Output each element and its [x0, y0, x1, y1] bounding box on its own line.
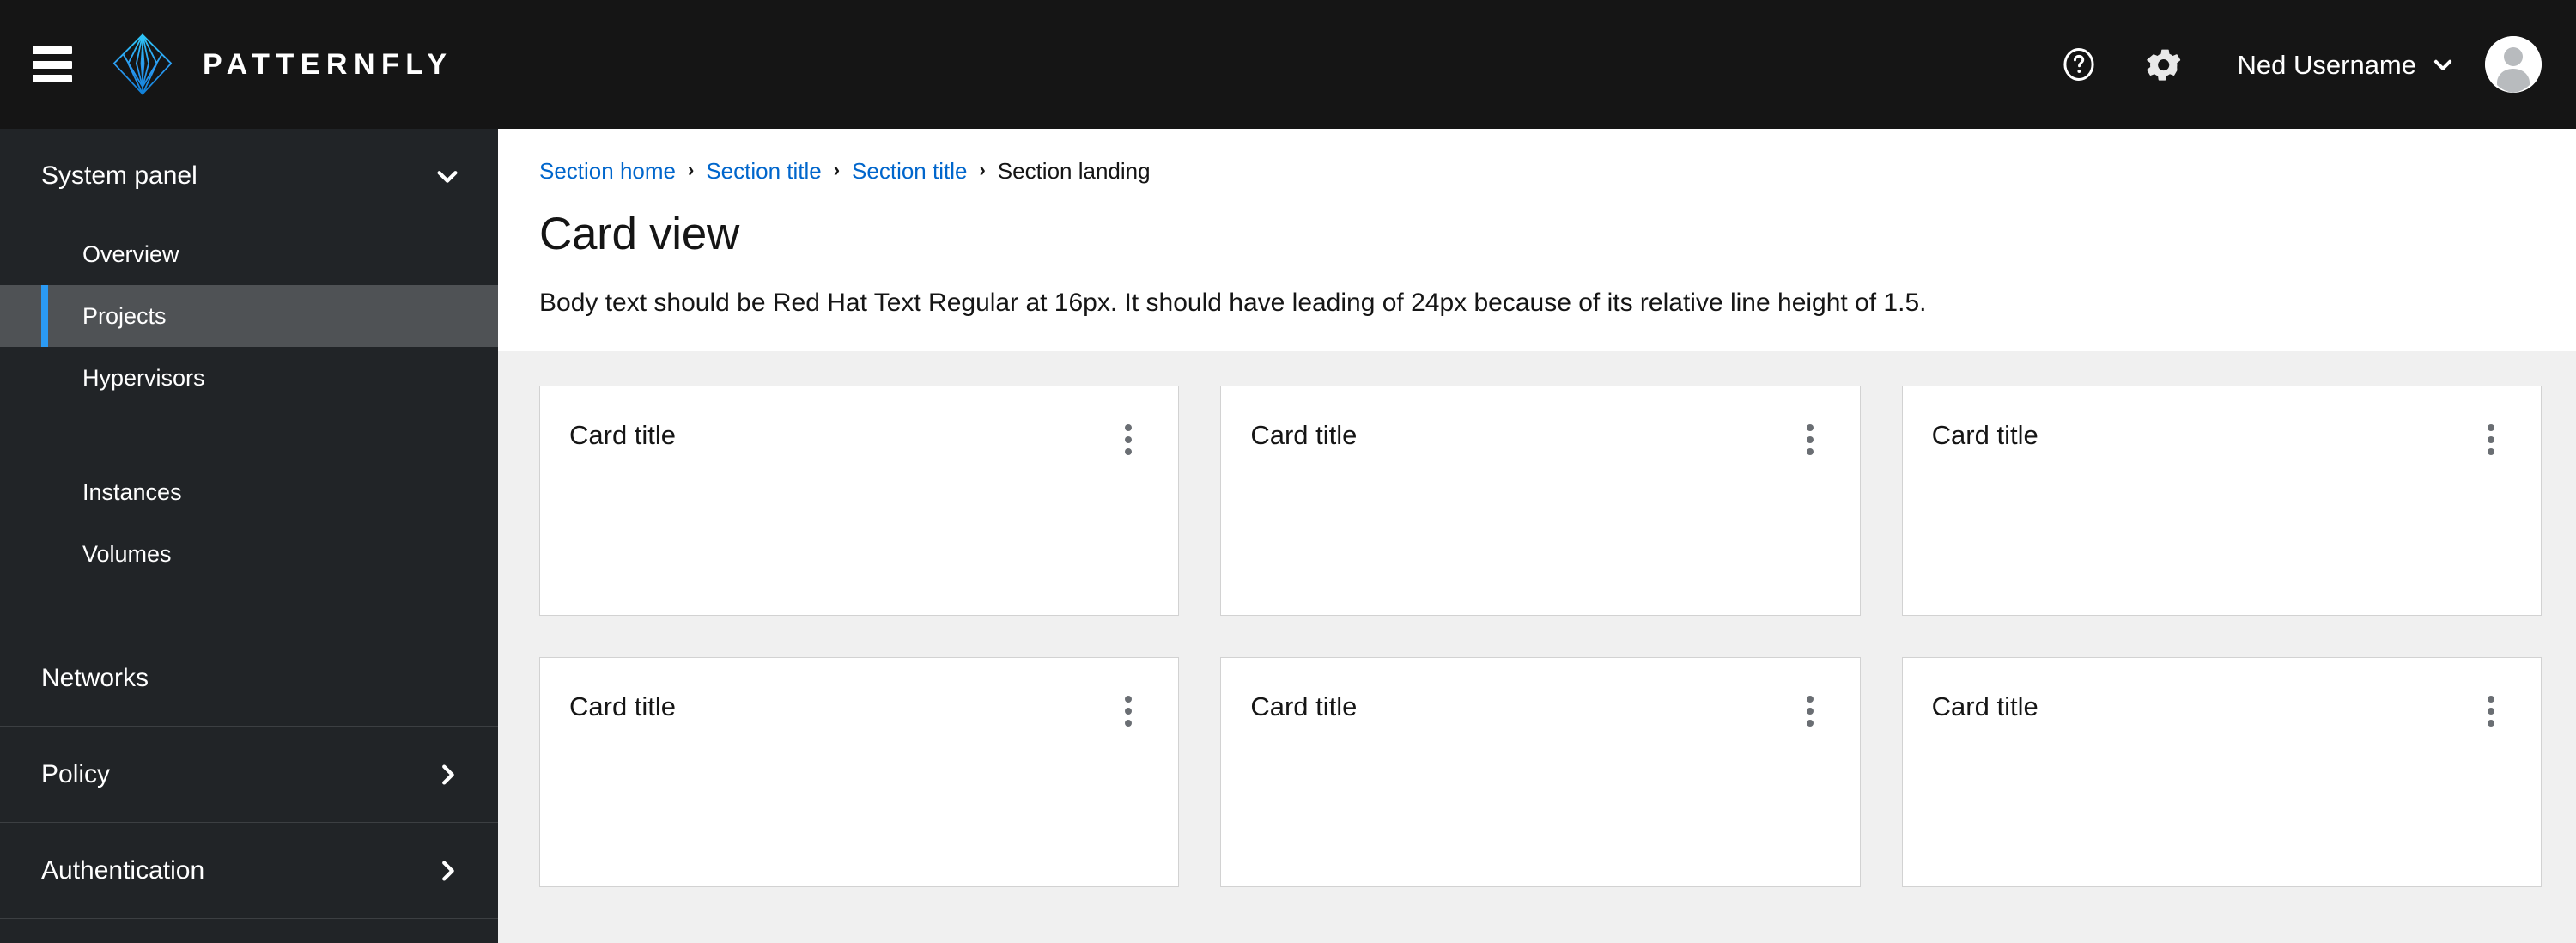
sidebar-item-overview[interactable]: Overview: [0, 223, 498, 285]
card-title: Card title: [569, 420, 677, 451]
user-name-label: Ned Username: [2237, 49, 2416, 80]
breadcrumb-item-section-title-2[interactable]: Section title: [852, 160, 967, 182]
kebab-dot: [1125, 708, 1133, 715]
brand-logo[interactable]: PATTERNFLY: [110, 32, 453, 97]
card-header: Card title: [540, 386, 1178, 459]
breadcrumb-separator-icon: ›: [979, 159, 986, 180]
page-title: Card view: [539, 209, 739, 259]
patternfly-diamond-icon: [112, 33, 173, 95]
kebab-menu-icon[interactable]: [2472, 421, 2510, 459]
card-title: Card title: [569, 691, 677, 722]
card[interactable]: Card title: [1220, 386, 1861, 617]
user-menu-toggle[interactable]: Ned Username: [2238, 52, 2454, 78]
sidebar-section-system-panel[interactable]: System panel: [0, 129, 498, 223]
card-title: Card title: [1931, 420, 2038, 451]
kebab-dot: [1806, 424, 1814, 432]
sidebar-section-label: System panel: [41, 161, 197, 190]
card-title: Card title: [1250, 691, 1358, 722]
kebab-dot: [1125, 424, 1133, 432]
body-wrapper: System panel Overview Projects Hyperviso…: [0, 129, 2576, 943]
card-header: Card title: [1221, 658, 1859, 730]
chevron-down-icon: [437, 171, 458, 183]
application-root: PATTERNFLY Ned Username System panel Ove…: [0, 0, 2576, 943]
sidebar-item-instances[interactable]: Instances: [0, 461, 498, 523]
kebab-dot: [1125, 436, 1133, 444]
card[interactable]: Card title: [1220, 657, 1861, 888]
sidebar-bottom-divider: [0, 918, 498, 943]
kebab-menu-icon[interactable]: [1109, 421, 1147, 459]
kebab-dot: [1125, 448, 1133, 456]
sidebar-subitems-group: Overview Projects Hypervisors Instances …: [0, 223, 498, 588]
breadcrumb-item-section-home[interactable]: Section home: [539, 160, 676, 182]
card-header: Card title: [1903, 386, 2541, 459]
hamburger-bar: [33, 60, 72, 69]
masthead-toolbar: Ned Username: [2052, 36, 2542, 93]
chevron-down-icon: [2433, 59, 2452, 70]
hamburger-bar: [33, 46, 72, 54]
sidebar-item-hypervisors[interactable]: Hypervisors: [0, 347, 498, 409]
sidebar-item-label: Volumes: [82, 540, 172, 567]
sidebar-item-label: Projects: [82, 302, 167, 329]
sidebar-item-networks[interactable]: Networks: [0, 630, 498, 726]
kebab-dot: [2487, 720, 2494, 727]
page-body-text: Body text should be Red Hat Text Regular…: [539, 289, 1927, 318]
kebab-dot: [2487, 448, 2494, 456]
chevron-right-icon: [442, 860, 454, 881]
chevron-right-icon: [442, 764, 454, 785]
kebab-dot: [1125, 696, 1133, 703]
kebab-dot: [2487, 424, 2494, 432]
page-header: Section home › Section title › Section t…: [498, 129, 2576, 352]
breadcrumb-item-current: Section landing: [997, 158, 1151, 184]
hamburger-menu-icon[interactable]: [33, 46, 72, 82]
kebab-menu-icon[interactable]: [1791, 692, 1829, 730]
kebab-menu-icon[interactable]: [1791, 421, 1829, 459]
masthead: PATTERNFLY Ned Username: [0, 0, 2576, 129]
sidebar-item-label: Overview: [82, 240, 179, 267]
kebab-dot: [2487, 696, 2494, 703]
hamburger-bar: [33, 75, 72, 82]
breadcrumb-separator-icon: ›: [687, 159, 695, 180]
gear-icon[interactable]: [2136, 38, 2190, 91]
kebab-dot: [2487, 436, 2494, 444]
kebab-dot: [1125, 720, 1133, 727]
kebab-dot: [1806, 436, 1814, 444]
card-header: Card title: [1221, 386, 1859, 459]
card[interactable]: Card title: [539, 657, 1180, 888]
card[interactable]: Card title: [1901, 386, 2542, 617]
brand-wordmark: PATTERNFLY: [203, 48, 453, 81]
sidebar-item-label: Authentication: [41, 855, 205, 885]
kebab-dot: [1806, 708, 1814, 715]
kebab-menu-icon[interactable]: [2472, 692, 2510, 730]
avatar[interactable]: [2485, 36, 2542, 93]
main-content: Section home › Section title › Section t…: [498, 129, 2576, 943]
sidebar-item-policy[interactable]: Policy: [0, 726, 498, 822]
breadcrumb: Section home › Section title › Section t…: [539, 160, 2542, 182]
card-header: Card title: [540, 658, 1178, 730]
sidebar-item-label: Policy: [41, 759, 111, 788]
sidebar-item-label: Networks: [41, 663, 149, 692]
sidebar-item-label: Instances: [82, 478, 182, 505]
card-grid: Card title Card title Card title Card ti…: [539, 386, 2542, 888]
kebab-dot: [2487, 708, 2494, 715]
card-title: Card title: [1931, 691, 2038, 722]
card[interactable]: Card title: [1901, 657, 2542, 888]
breadcrumb-item-section-title-1[interactable]: Section title: [706, 160, 821, 182]
kebab-dot: [1806, 720, 1814, 727]
sidebar-item-volumes[interactable]: Volumes: [0, 523, 498, 585]
breadcrumb-separator-icon: ›: [833, 159, 841, 180]
sidebar-navigation: System panel Overview Projects Hyperviso…: [0, 129, 498, 943]
sidebar-item-authentication[interactable]: Authentication: [0, 822, 498, 918]
card[interactable]: Card title: [539, 386, 1180, 617]
card-title: Card title: [1250, 420, 1358, 451]
card-grid-container: Card title Card title Card title Card ti…: [498, 351, 2576, 943]
help-icon[interactable]: [2052, 38, 2105, 91]
sidebar-item-label: Hypervisors: [82, 364, 205, 391]
sidebar-item-projects[interactable]: Projects: [0, 285, 498, 347]
kebab-menu-icon[interactable]: [1109, 692, 1147, 730]
kebab-dot: [1806, 696, 1814, 703]
card-header: Card title: [1903, 658, 2541, 730]
kebab-dot: [1806, 448, 1814, 456]
